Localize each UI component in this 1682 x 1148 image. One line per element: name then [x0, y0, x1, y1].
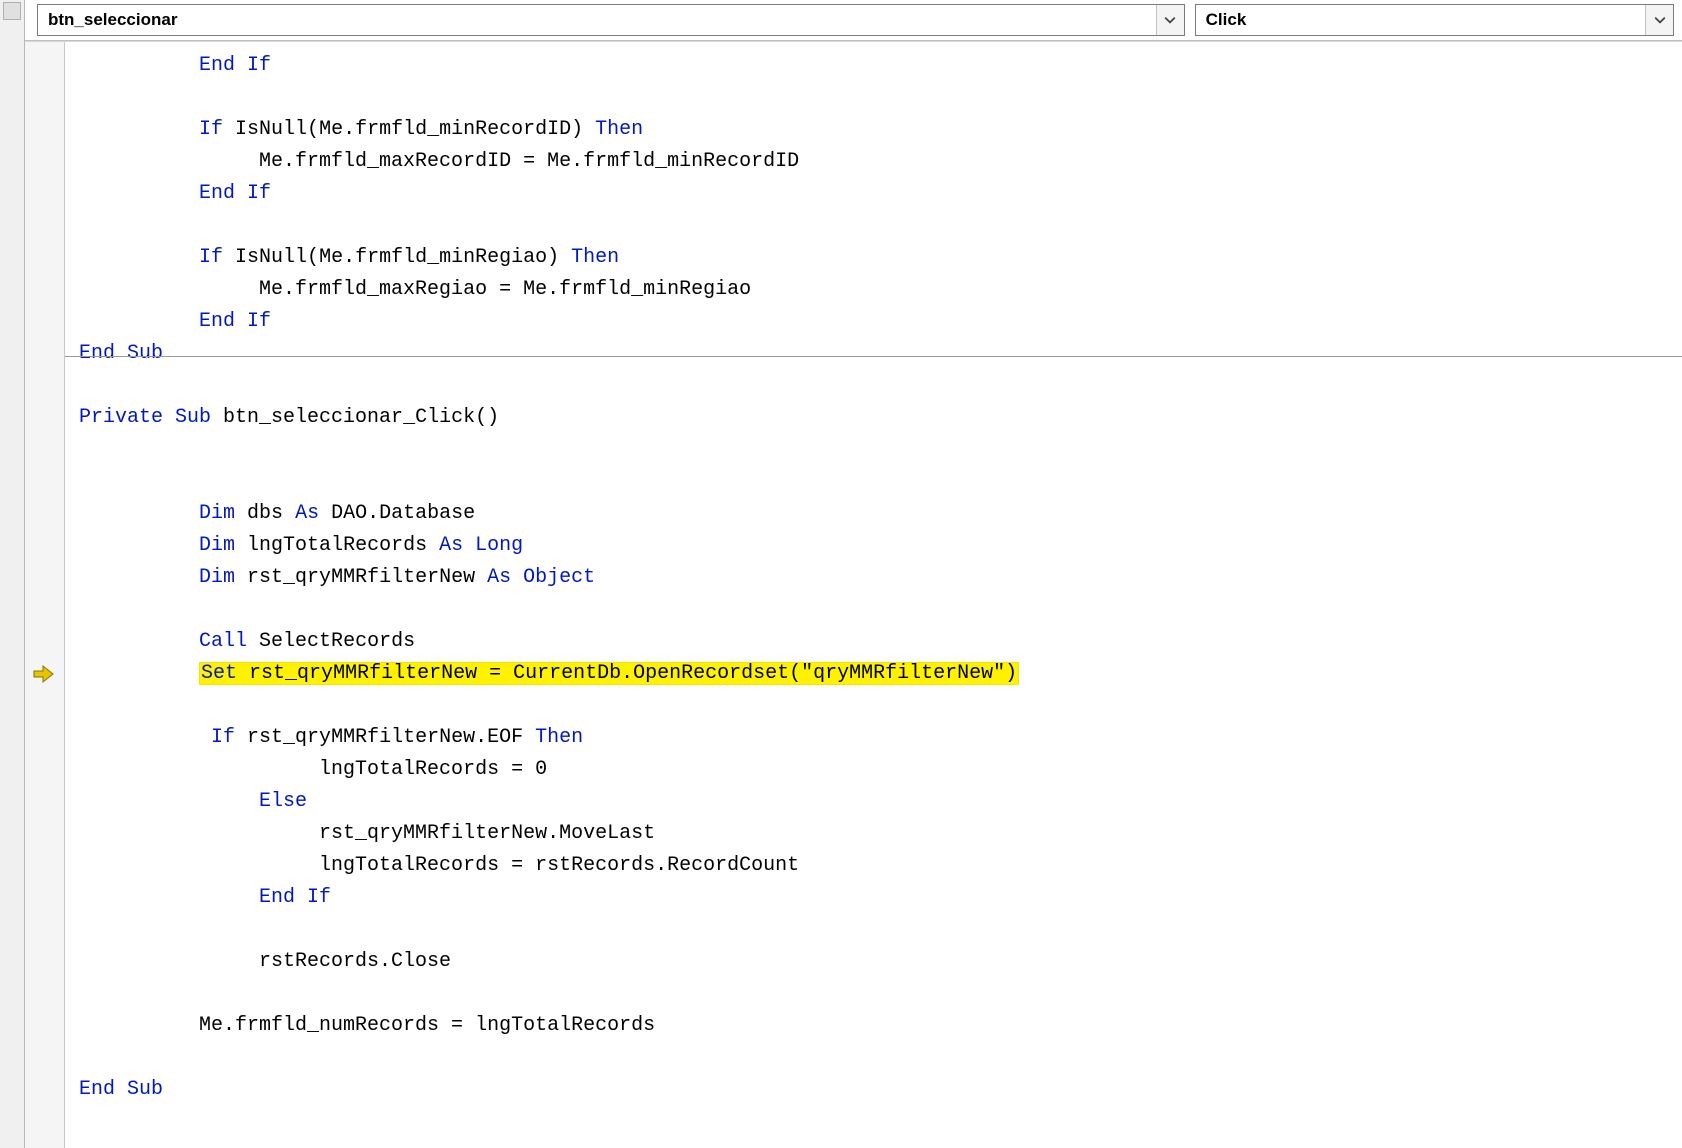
editor-column: btn_seleccionar Click End If If IsNull(M… [25, 0, 1682, 1148]
breakpoint-gutter[interactable] [25, 42, 65, 1148]
left-splitter[interactable] [0, 22, 24, 1148]
code-container: End If If IsNull(Me.frmfld_minRecordID) … [65, 42, 1682, 1148]
chevron-down-icon[interactable] [1645, 5, 1673, 35]
procedure-separator [65, 356, 1682, 357]
event-dropdown[interactable]: Click [1195, 4, 1674, 36]
vba-editor-window: btn_seleccionar Click End If If IsNull(M… [0, 0, 1682, 1148]
chevron-down-icon[interactable] [1156, 5, 1184, 35]
event-dropdown-value: Click [1196, 10, 1645, 30]
code-area: End If If IsNull(Me.frmfld_minRecordID) … [25, 41, 1682, 1148]
execution-pointer-icon [31, 662, 55, 686]
object-event-toolbar: btn_seleccionar Click [25, 0, 1682, 41]
object-dropdown[interactable]: btn_seleccionar [37, 4, 1185, 36]
left-side-strip [0, 0, 25, 1148]
code-editor[interactable]: End If If IsNull(Me.frmfld_minRecordID) … [65, 42, 1682, 1114]
splitter-grip-top[interactable] [3, 2, 21, 20]
object-dropdown-value: btn_seleccionar [38, 10, 1156, 30]
